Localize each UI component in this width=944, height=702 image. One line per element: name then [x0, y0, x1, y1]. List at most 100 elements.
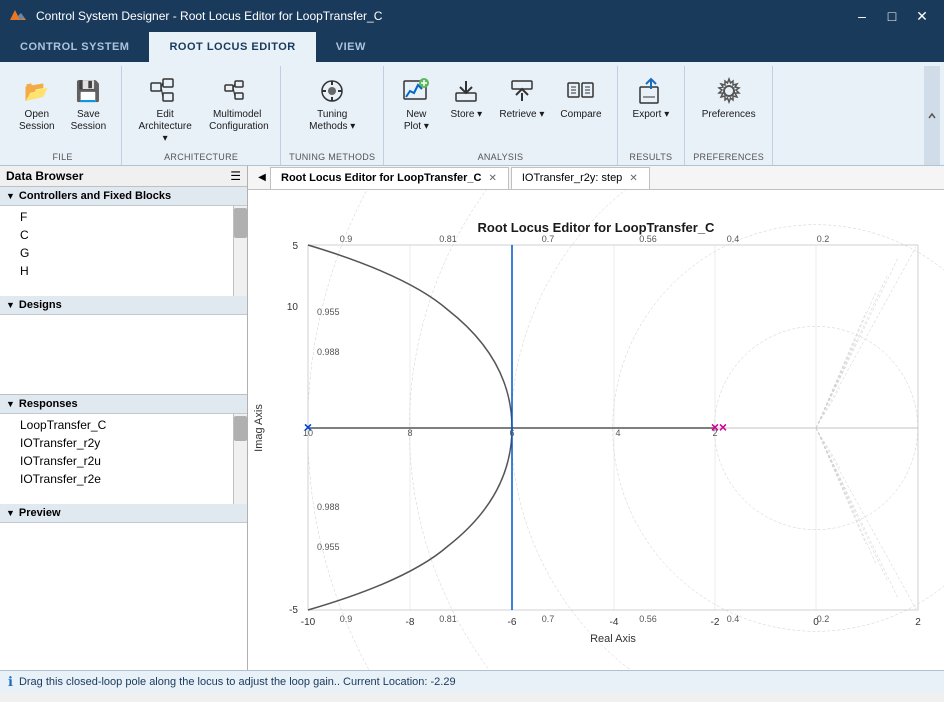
list-item-iotransfer-r2y[interactable]: IOTransfer_r2y: [0, 434, 247, 452]
tuning-group-label: TUNING METHODS: [289, 150, 375, 165]
responses-scroll-thumb[interactable]: [234, 416, 247, 441]
damp-label-0.81-top: 0.81: [439, 234, 457, 244]
controllers-arrow: ▼: [6, 191, 15, 201]
root-locus-plot[interactable]: Root Locus Editor for LoopTransfer_C: [248, 190, 944, 670]
plot-strip-left-button[interactable]: ◀: [254, 170, 270, 186]
plot-tab-iotransfer-close[interactable]: ✕: [628, 173, 638, 184]
plot-title: Root Locus Editor for LoopTransfer_C: [478, 220, 716, 235]
data-browser-menu-button[interactable]: ☰: [230, 169, 241, 183]
tab-view[interactable]: VIEW: [316, 32, 386, 62]
pole-minus10[interactable]: ×: [304, 419, 312, 435]
preferences-button[interactable]: Preferences: [695, 70, 763, 126]
list-item-G[interactable]: G: [0, 244, 247, 262]
x-axis-label: Real Axis: [590, 633, 636, 645]
store-icon: [450, 75, 482, 107]
plot-tab-root-locus-close[interactable]: ✕: [487, 173, 497, 184]
architecture-buttons: EditArchitecture ▾ MultimodelConfigurati…: [130, 70, 272, 150]
plot-tab-root-locus-label: Root Locus Editor for LoopTransfer_C: [281, 172, 481, 184]
new-plot-button[interactable]: NewPlot ▾: [392, 70, 440, 138]
ribbon-collapse-button[interactable]: [924, 66, 940, 165]
plot-tab-iotransfer[interactable]: IOTransfer_r2y: step ✕: [511, 167, 650, 189]
open-session-button[interactable]: 📂 OpenSession: [12, 70, 62, 138]
y-label-minus5: -5: [289, 605, 298, 616]
plot-area: ◀ Root Locus Editor for LoopTransfer_C ✕…: [248, 166, 944, 670]
damp-label-0.2-top: 0.2: [817, 234, 830, 244]
damp-side-0.988-bot: 0.988: [317, 502, 340, 512]
damp-label-0.2-bot: 0.2: [817, 614, 830, 624]
responses-section-header[interactable]: ▼ Responses: [0, 395, 247, 414]
compare-button[interactable]: Compare: [553, 70, 608, 126]
designs-arrow: ▼: [6, 300, 15, 310]
tab-root-locus-editor[interactable]: ROOT LOCUS EDITOR: [149, 32, 315, 62]
close-button[interactable]: ✕: [908, 2, 936, 30]
list-item-iotransfer-r2e[interactable]: IOTransfer_r2e: [0, 470, 247, 488]
architecture-group-label: ARCHITECTURE: [164, 150, 238, 165]
controllers-scrollbar[interactable]: [233, 206, 247, 296]
plot-container[interactable]: Root Locus Editor for LoopTransfer_C: [248, 190, 944, 670]
list-item-looptransfer[interactable]: LoopTransfer_C: [0, 416, 247, 434]
preview-label: Preview: [19, 507, 61, 519]
data-browser-title: Data Browser: [6, 169, 83, 183]
plot-tab-iotransfer-label: IOTransfer_r2y: step: [522, 172, 622, 184]
minimize-button[interactable]: –: [848, 2, 876, 30]
preferences-group-label: PREFERENCES: [693, 150, 764, 165]
list-item-H[interactable]: H: [0, 262, 247, 280]
new-plot-icon: [400, 75, 432, 107]
tab-control-system[interactable]: CONTROL SYSTEM: [0, 32, 149, 62]
y-axis-label: Imag Axis: [253, 404, 265, 452]
designs-section-header[interactable]: ▼ Designs: [0, 296, 247, 315]
export-button[interactable]: Export ▾: [626, 70, 677, 126]
damp-side-0.955-bot: 0.955: [317, 542, 340, 552]
responses-list: LoopTransfer_C IOTransfer_r2y IOTransfer…: [0, 414, 247, 490]
ribbon-group-file: 📂 OpenSession 💾 SaveSession FILE: [4, 66, 122, 165]
store-button[interactable]: Store ▾: [442, 70, 490, 126]
controllers-label: Controllers and Fixed Blocks: [19, 190, 171, 202]
ribbon-group-tuning: TuningMethods ▾ TUNING METHODS: [281, 66, 384, 165]
responses-arrow: ▼: [6, 399, 15, 409]
damp-label-0.81-bot: 0.81: [439, 614, 457, 624]
preview-arrow: ▼: [6, 508, 15, 518]
controllers-section-header[interactable]: ▼ Controllers and Fixed Blocks: [0, 187, 247, 206]
x-label-minus4: -4: [610, 617, 619, 628]
controllers-scroll-thumb[interactable]: [234, 208, 247, 238]
multimodel-config-button[interactable]: MultimodelConfiguration: [202, 70, 272, 138]
retrieve-label: Retrieve ▾: [499, 109, 544, 121]
analysis-group-label: ANALYSIS: [478, 150, 524, 165]
save-session-button[interactable]: 💾 SaveSession: [64, 70, 114, 138]
retrieve-button[interactable]: Retrieve ▾: [492, 70, 551, 126]
preview-section-header[interactable]: ▼ Preview: [0, 504, 247, 523]
list-item-iotransfer-r2u[interactable]: IOTransfer_r2u: [0, 452, 247, 470]
plot-tab-root-locus[interactable]: Root Locus Editor for LoopTransfer_C ✕: [270, 167, 509, 189]
window-controls: – □ ✕: [848, 2, 936, 30]
results-buttons: Export ▾: [626, 70, 677, 150]
list-item-F[interactable]: F: [0, 208, 247, 226]
damp-label-0.9-bot: 0.9: [340, 614, 353, 624]
edit-architecture-button[interactable]: EditArchitecture ▾: [130, 70, 200, 150]
ribbon-group-architecture: EditArchitecture ▾ MultimodelConfigurati…: [122, 66, 281, 165]
damp-label-0.9-top: 0.9: [340, 234, 353, 244]
status-icon: ℹ: [8, 674, 13, 690]
designs-section-content: [0, 315, 247, 395]
damp-label-0.7-bot: 0.7: [542, 614, 555, 624]
store-label: Store ▾: [451, 109, 483, 121]
tuning-methods-button[interactable]: TuningMethods ▾: [302, 70, 362, 138]
tuning-methods-label: TuningMethods ▾: [309, 109, 355, 133]
pole-minus2-closed[interactable]: ×: [719, 419, 727, 435]
responses-scrollbar[interactable]: [233, 414, 247, 504]
x-label-minus2: -2: [711, 617, 720, 628]
compare-label: Compare: [560, 109, 601, 121]
pole-minus2-open[interactable]: ×: [711, 419, 719, 435]
x-label-2: 2: [915, 617, 921, 628]
x-label-minus8: -8: [406, 617, 415, 628]
save-icon: 💾: [72, 75, 104, 107]
maximize-button[interactable]: □: [878, 2, 906, 30]
retrieve-icon: [506, 75, 538, 107]
damp-label-0.4-top: 0.4: [727, 234, 740, 244]
edit-arch-icon: [149, 75, 181, 107]
preferences-icon: [713, 75, 745, 107]
main-tab-bar: CONTROL SYSTEM ROOT LOCUS EDITOR VIEW: [0, 32, 944, 62]
status-bar: ℹ Drag this closed-loop pole along the l…: [0, 670, 944, 692]
list-item-C[interactable]: C: [0, 226, 247, 244]
open-session-label: OpenSession: [19, 109, 55, 133]
damp-side-0.988-top: 0.988: [317, 347, 340, 357]
